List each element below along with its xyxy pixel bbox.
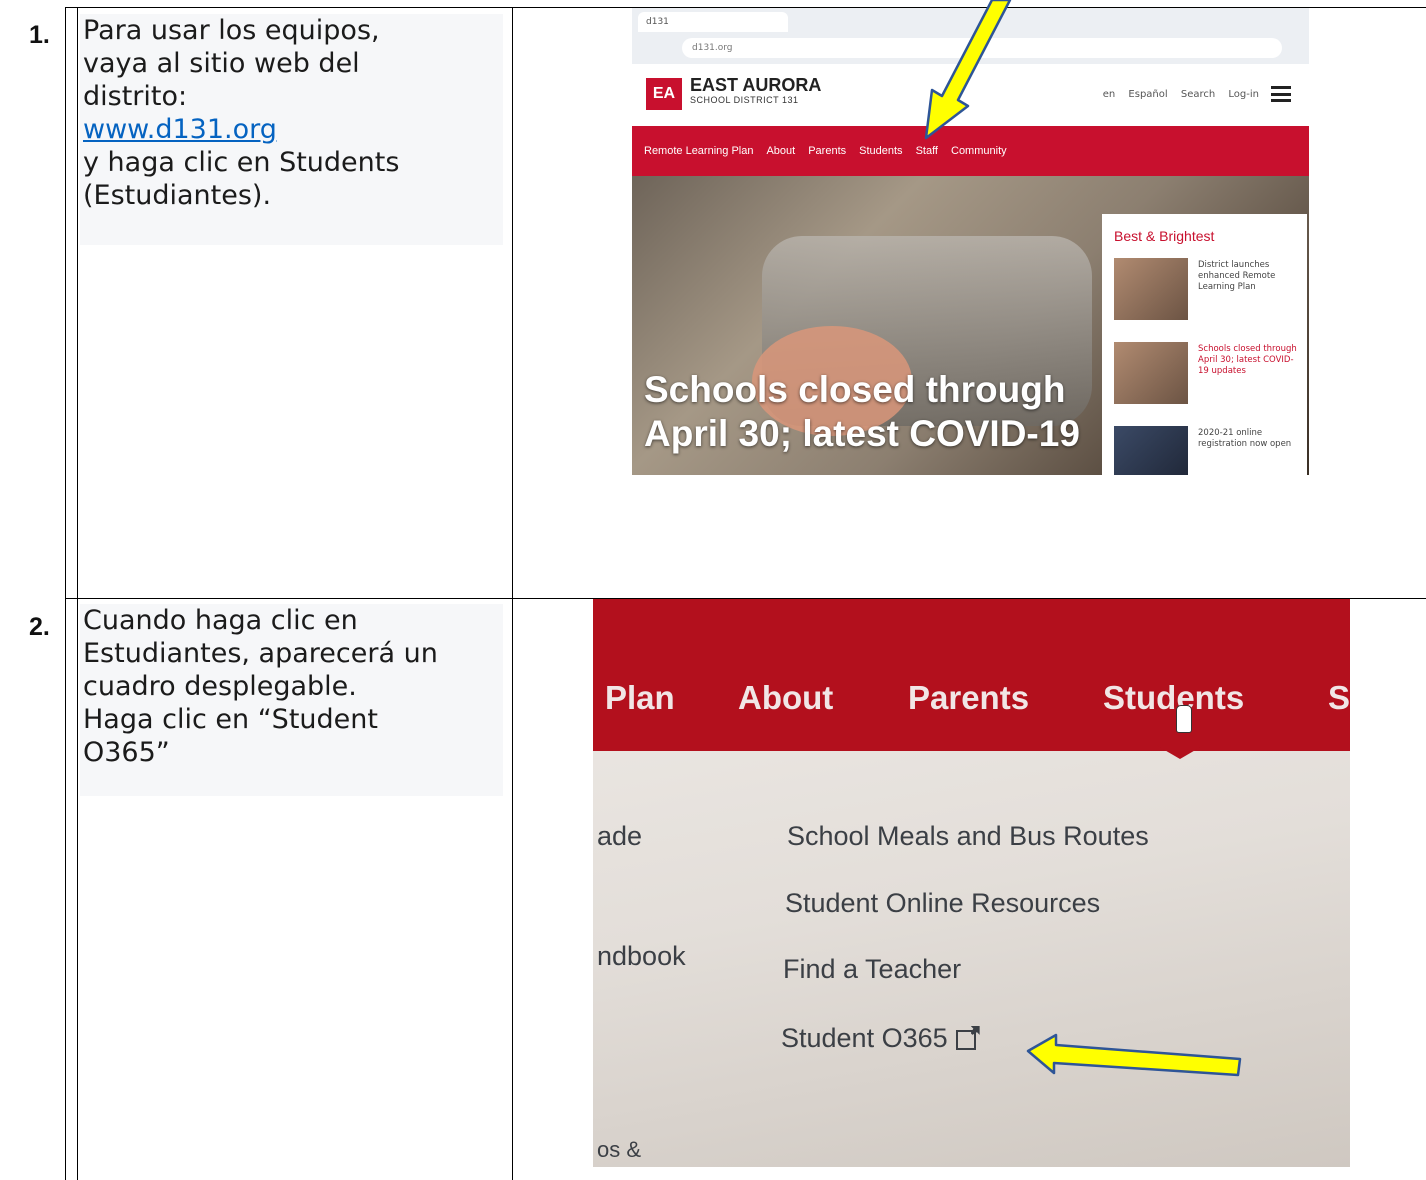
photo-nav-item: Plan <box>605 679 675 716</box>
story-title: District launches enhanced Remote Learni… <box>1198 260 1276 292</box>
district-logo: EA <box>646 78 682 110</box>
step-1-instructions: Para usar los equipos, vaya al sitio web… <box>80 14 503 245</box>
hand-cursor-icon <box>1176 705 1192 733</box>
dropdown-item: School Meals and Bus Routes <box>787 821 1149 851</box>
table-left-border <box>65 7 66 1180</box>
instruction-line: O365” <box>83 737 170 768</box>
yellow-arrow-icon <box>924 0 1012 140</box>
headline-line: April 30; latest COVID-19 <box>644 413 1080 454</box>
story-thumbnail <box>1114 342 1188 404</box>
table-column-divider <box>512 7 513 1180</box>
nav-item: Staff <box>915 145 938 157</box>
dropdown-item-label: Student O365 <box>781 1023 948 1053</box>
photo-nav-item: Parents <box>908 679 1030 716</box>
district-name: EAST AURORA <box>690 75 822 95</box>
panel-title: Best & Brightest <box>1114 228 1215 244</box>
photo-nav-bar: Plan About Parents Students S <box>593 599 1350 751</box>
header-link: Search <box>1180 89 1216 100</box>
left-fragment: ndbook <box>597 941 686 971</box>
nav-item: About <box>766 145 796 157</box>
story-item: 2020-21 online registration now open <box>1114 426 1304 475</box>
instruction-line: Haga clic en “Student <box>83 704 378 735</box>
left-fragment: os & <box>597 1137 642 1162</box>
instruction-line: cuadro desplegable. <box>83 671 357 702</box>
story-title: 2020-21 online registration now open <box>1198 428 1292 449</box>
dropdown-item: Find a Teacher <box>783 954 962 984</box>
story-item: Schools closed through April 30; latest … <box>1114 342 1304 410</box>
hamburger-menu-icon <box>1271 86 1291 102</box>
nav-item: Parents <box>808 145 847 157</box>
header-link: en Español <box>1102 89 1168 100</box>
story-item: District launches enhanced Remote Learni… <box>1114 258 1304 326</box>
photo-nav-item: About <box>738 679 834 716</box>
step-number: 1. <box>29 21 50 49</box>
story-thumbnail <box>1114 426 1188 475</box>
instruction-line: y haga clic en Students <box>83 147 400 178</box>
instruction-line: vaya al sitio web del <box>83 48 360 79</box>
instruction-line: (Estudiantes). <box>83 180 272 211</box>
headline-line: Schools closed through <box>644 369 1066 410</box>
hero-headline: Schools closed through April 30; latest … <box>644 368 1080 456</box>
dropdown-caret <box>1156 745 1204 759</box>
district-subtitle: SCHOOL DISTRICT 131 <box>690 95 799 105</box>
district-website-link[interactable]: www.d131.org <box>83 114 277 145</box>
students-dropdown-photo: Plan About Parents Students S ade ndbook… <box>593 599 1350 1167</box>
instruction-line: Para usar los equipos, <box>83 15 380 46</box>
header-link: Log-in <box>1228 89 1259 100</box>
dropdown-item: Student Online Resources <box>785 888 1101 918</box>
nav-item: Community <box>951 145 1007 157</box>
external-link-icon <box>955 1029 976 1050</box>
dropdown-item-student-o365: Student O365 <box>781 1023 976 1054</box>
browser-tab: d131 <box>638 12 788 32</box>
left-fragment: ade <box>597 821 643 851</box>
yellow-arrow-icon <box>1026 1033 1242 1077</box>
nav-item-students: Students <box>859 145 903 157</box>
photo-nav-item-students: Students <box>1103 679 1245 716</box>
nav-item: Remote Learning Plan <box>644 145 754 157</box>
step-number: 2. <box>29 613 50 641</box>
story-thumbnail <box>1114 258 1188 320</box>
header-links: en Español Search Log-in <box>1103 89 1259 100</box>
table-column-divider <box>77 7 78 1180</box>
instruction-line: distrito: <box>83 81 188 112</box>
story-title: Schools closed through April 30; latest … <box>1198 344 1297 376</box>
instruction-line: Cuando haga clic en <box>83 605 358 636</box>
instruction-line: Estudiantes, aparecerá un <box>83 638 438 669</box>
best-brightest-panel: Best & Brightest District launches enhan… <box>1102 214 1307 475</box>
step-2-instructions: Cuando haga clic en Estudiantes, aparece… <box>80 604 503 796</box>
photo-nav-item: S <box>1328 679 1350 716</box>
